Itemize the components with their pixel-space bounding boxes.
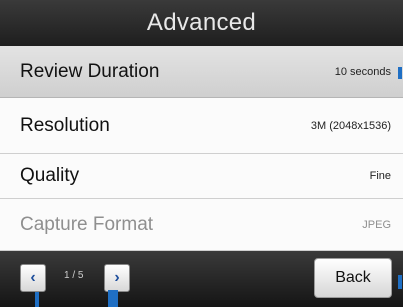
title-text: Advanced	[146, 9, 257, 36]
highlight-marker	[108, 290, 118, 307]
highlight-marker	[398, 275, 402, 289]
setting-value: 10 seconds	[334, 65, 391, 78]
chevron-right-icon: ›	[114, 269, 120, 286]
setting-label: Resolution	[20, 114, 110, 136]
next-page-button[interactable]: ›	[104, 264, 130, 292]
back-label: Back	[335, 269, 371, 286]
screen-title: Advanced	[0, 0, 403, 46]
setting-quality[interactable]: Quality Fine	[0, 154, 403, 199]
highlight-marker	[35, 292, 39, 307]
back-button[interactable]: Back	[314, 258, 392, 298]
setting-review-duration[interactable]: Review Duration 10 seconds	[0, 46, 403, 98]
previous-page-button[interactable]: ‹	[20, 264, 46, 292]
setting-label: Quality	[20, 165, 80, 186]
setting-value: JPEG	[362, 218, 391, 231]
setting-value: Fine	[369, 170, 391, 182]
page-indicator: 1 / 5	[64, 270, 84, 281]
setting-label: Review Duration	[20, 60, 160, 82]
setting-label: Capture Format	[20, 213, 154, 235]
chevron-left-icon: ‹	[30, 269, 36, 286]
setting-capture-format[interactable]: Capture Format JPEG	[0, 199, 403, 251]
highlight-marker	[398, 67, 402, 79]
setting-value: 3M (2048x1536)	[310, 119, 391, 132]
advanced-settings-screen: Advanced Review Duration 10 seconds Reso…	[0, 0, 403, 307]
setting-resolution[interactable]: Resolution 3M (2048x1536)	[0, 98, 403, 154]
